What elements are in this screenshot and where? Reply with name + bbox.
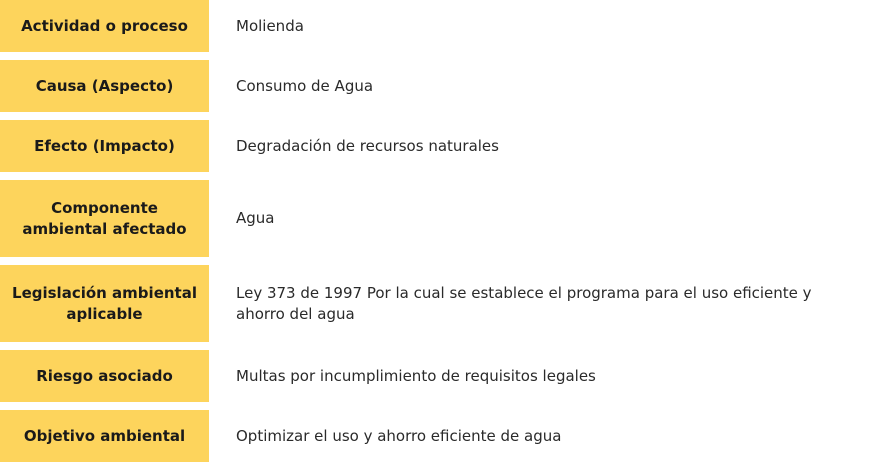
row-label: Actividad o proceso	[0, 0, 209, 52]
row-value: Ley 373 de 1997 Por la cual se establece…	[236, 283, 812, 323]
row-label: Efecto (Impacto)	[0, 120, 209, 172]
environmental-aspect-table: Actividad o proceso Molienda Causa (Aspe…	[0, 0, 876, 462]
row-label: Legislación ambiental aplicable	[0, 265, 209, 342]
row-value: Agua	[236, 209, 275, 227]
row-label: Causa (Aspecto)	[0, 60, 209, 112]
table-row-riesgo: Riesgo asociado Multas por incumplimient…	[0, 350, 876, 402]
table-row-objetivo: Objetivo ambiental Optimizar el uso y ah…	[0, 410, 876, 462]
row-value: Molienda	[236, 16, 304, 35]
row-value: Consumo de Agua	[236, 76, 374, 95]
row-value: Degradación de recursos naturales	[236, 136, 499, 155]
table-row-legislacion: Legislación ambiental aplicable Ley 373 …	[0, 265, 876, 342]
row-label: Objetivo ambiental	[0, 410, 209, 462]
row-value: Multas por incumplimiento de requisitos …	[236, 366, 596, 385]
table-row-componente: Componente ambiental afectado Agua	[0, 180, 876, 257]
row-value: Optimizar el uso y ahorro eficiente de a…	[236, 426, 562, 445]
row-label: Riesgo asociado	[0, 350, 209, 402]
row-label: Componente ambiental afectado	[0, 180, 209, 257]
table-row-efecto: Efecto (Impacto) Degradación de recursos…	[0, 120, 876, 172]
table-row-actividad: Actividad o proceso Molienda	[0, 0, 876, 52]
table-row-causa: Causa (Aspecto) Consumo de Agua	[0, 60, 876, 112]
